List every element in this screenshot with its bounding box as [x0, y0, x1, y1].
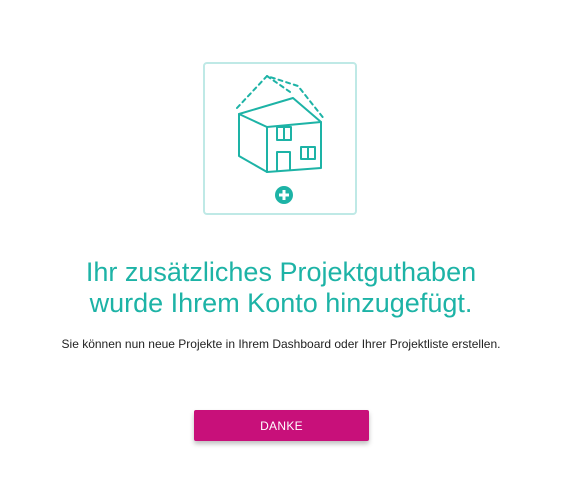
confirmation-dialog: Ihr zusätzliches Projektguthaben wurde I…	[0, 0, 562, 500]
headline-line-2: wurde Ihrem Konto hinzugefügt.	[89, 288, 473, 318]
danke-button[interactable]: DANKE	[194, 410, 369, 441]
info-message: Sie können nun neue Projekte in Ihrem Da…	[61, 337, 501, 351]
plus-circle-icon	[275, 186, 293, 204]
headline-line-1: Ihr zusätzliches Projektguthaben	[85, 257, 477, 287]
illustration-card	[203, 62, 357, 215]
success-headline: Ihr zusätzliches Projektguthaben wurde I…	[0, 257, 562, 319]
